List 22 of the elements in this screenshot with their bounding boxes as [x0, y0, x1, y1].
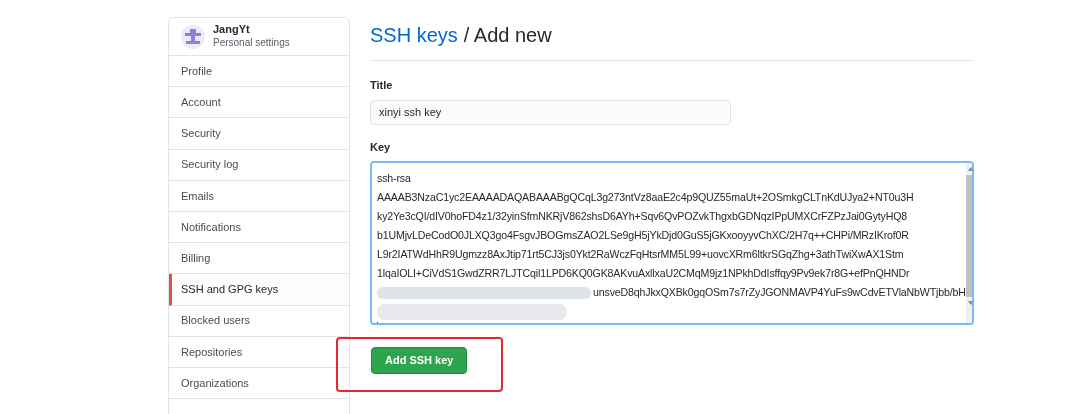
user-subtitle: Personal settings	[213, 37, 290, 50]
sidebar-item[interactable]: Security	[169, 118, 349, 150]
sidebar-item[interactable]: Notifications	[169, 211, 349, 244]
user-name: JangYt	[213, 23, 251, 38]
key-label: Key	[370, 139, 392, 155]
sidebar-item[interactable]: Emails	[169, 180, 349, 212]
sidebar-item[interactable]: Organizations	[169, 367, 349, 400]
ssh-keys-link[interactable]: SSH keys	[370, 20, 458, 50]
key-text-area[interactable]: ssh-rsa AAAAB3NzaC1yc2EAAAADAQABAAABgQCqL3g273ntVz8aaE2c4p9QUZ55maUt+2OSmkgCLTnKdUJya2+NT0u3H ky2Ye3cQI/dIV0hoFD4z1/32yinSfmNKRjV862shsD6AYh+Sqv6QvPOZvkThgxbGDNqzIPpUMXCrFZPzJai0GytyHQ8 b1UMjvLDeCodO0JLXQ3go4FsgvJBOGmsZAO2LSe9gH5jYkDjd0GuS5jGKxooyyvChXC/2H7q++CHPi/MRzIKrof0R L9r2IATWdHhR9Ugmzz8AxJtip71rt5CJ3js0Ykt2RaWczFqHtsrMM5L99+uovcXRm6ltkrSGqZhg+3athTwiXwAX1Stm 1lqaIOLI+CiVdS1GwdZRR7LJTCqil1LPD6KQ0GK8AKvuAxllxaU2CMqM9jz1NPkhDdIsffqy9Pv9ek7r8G+efPnQHNDr unsveD8qhJkxQXBk0gqOSm7s7rZyJGONMAVP4YuFs9wCdvETVlaNbWTjbb/bH	[370, 161, 974, 325]
sidebar-item[interactable]: Blocked users	[169, 305, 349, 337]
title-input-field[interactable]: xinyi ssh key	[370, 99, 731, 125]
sidebar-item[interactable]: Account	[169, 87, 349, 119]
page-title: / Add new	[463, 23, 552, 48]
title-label: Title	[370, 78, 394, 93]
scrollbar[interactable]	[965, 163, 972, 323]
sidebar-item[interactable]: SSH and GPG keys	[169, 274, 349, 306]
redaction-blur-icon	[377, 285, 591, 300]
sidebar-item[interactable]: Profile	[169, 56, 349, 88]
sidebar-item[interactable]: Repositories	[169, 336, 349, 368]
avatar-icon	[181, 24, 205, 49]
scrollbar-thumb[interactable]	[965, 175, 972, 297]
sidebar-item[interactable]: Security log	[169, 149, 349, 181]
